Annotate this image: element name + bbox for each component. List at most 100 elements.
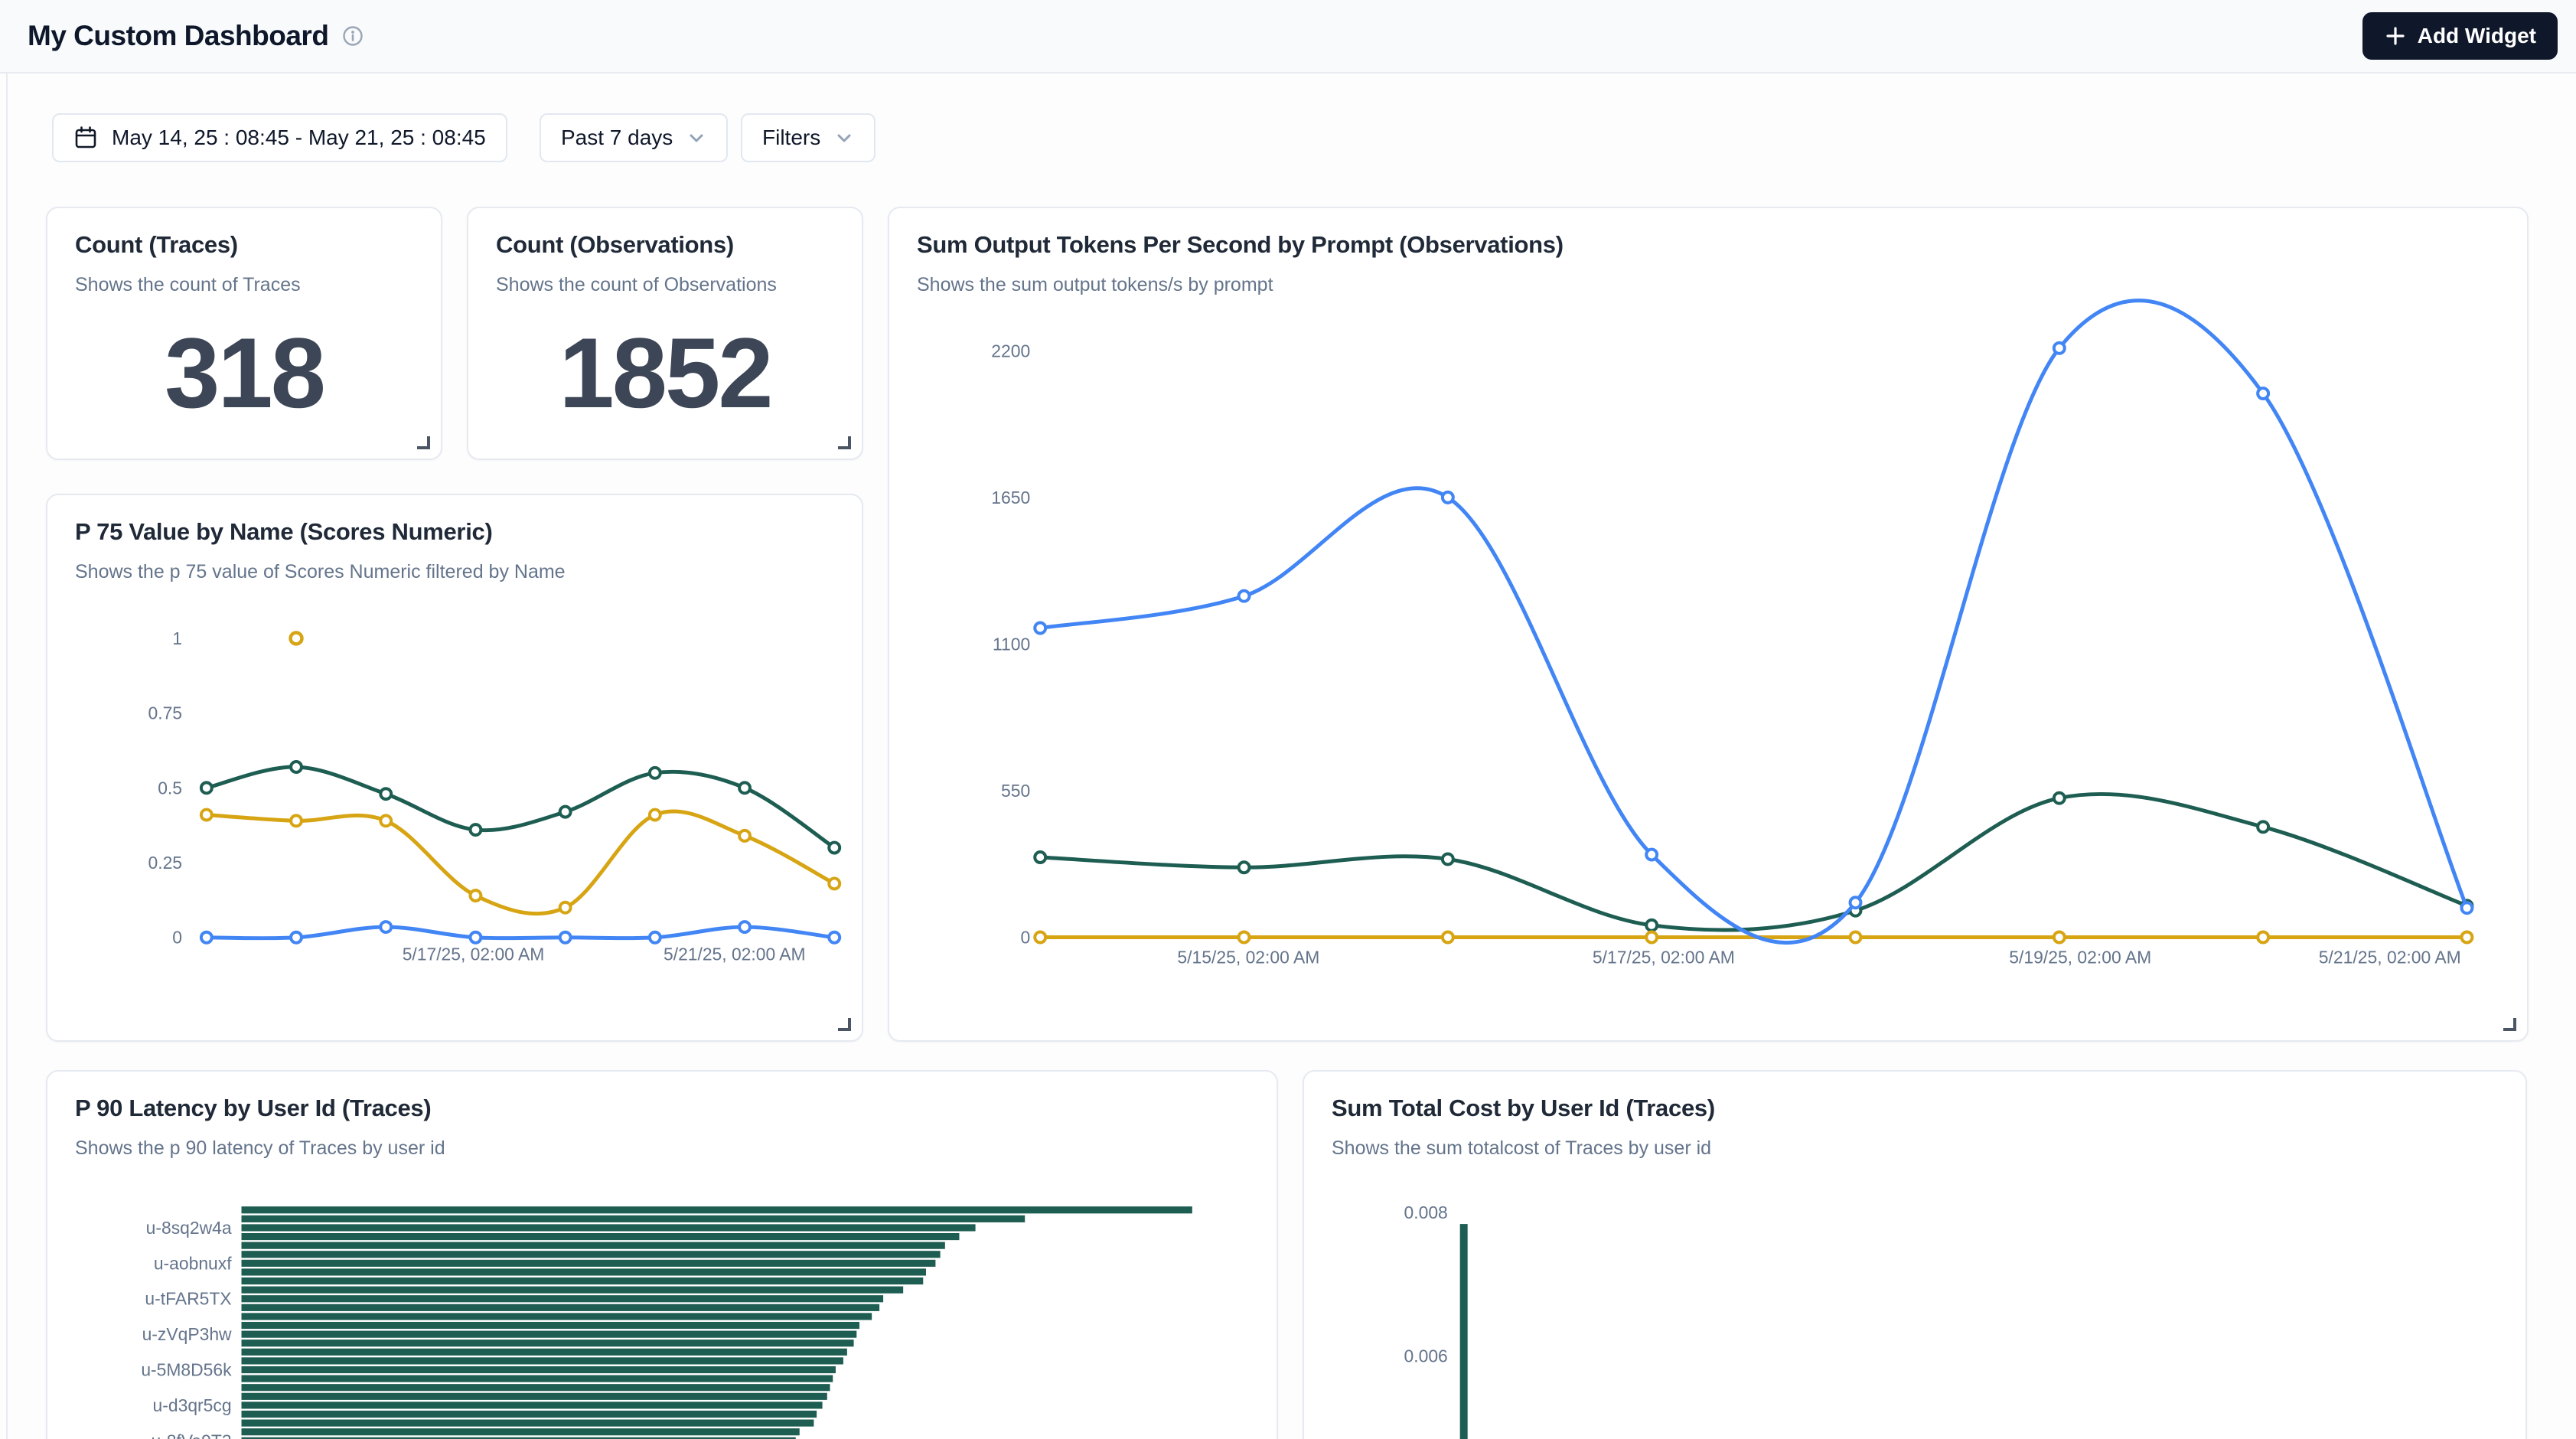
- data-point-blue: [470, 932, 481, 943]
- widget-title: Count (Observations): [496, 231, 834, 259]
- latency-bar: [242, 1242, 945, 1249]
- data-point-green: [380, 788, 391, 799]
- line-series-blue: [1040, 301, 2467, 943]
- calendar-icon: [73, 126, 98, 150]
- data-point-green: [1239, 862, 1250, 873]
- isolated-data-point-gold: [291, 632, 302, 644]
- y-tick-label: 0.006: [1404, 1346, 1448, 1366]
- date-range-picker[interactable]: May 14, 25 : 08:45 - May 21, 25 : 08:45: [52, 113, 507, 162]
- y-tick-label: 1100: [993, 634, 1030, 654]
- data-point-green: [2054, 793, 2065, 804]
- x-tick-label: 5/15/25, 02:00 AM: [1177, 947, 1319, 967]
- latency-bar: [242, 1322, 860, 1329]
- data-point-blue: [2258, 388, 2268, 399]
- data-point-green: [2258, 821, 2268, 832]
- data-point-blue: [1239, 591, 1250, 602]
- y-tick-label: 2200: [991, 341, 1030, 361]
- date-range-value: May 14, 25 : 08:45 - May 21, 25 : 08:45: [112, 126, 486, 150]
- user-id-label: u-5M8D56k: [141, 1359, 232, 1379]
- user-id-label: u-zVqP3hw: [142, 1324, 232, 1344]
- add-widget-button[interactable]: Add Widget: [2362, 12, 2558, 60]
- data-point-blue: [201, 932, 212, 943]
- data-point-blue: [1035, 623, 1045, 634]
- data-point-blue: [1646, 850, 1657, 860]
- data-point-gold: [2258, 932, 2268, 943]
- data-point-green: [560, 807, 571, 817]
- data-point-blue: [829, 932, 840, 943]
- data-point-blue: [739, 922, 750, 932]
- x-tick-label: 5/21/25, 02:00 AM: [664, 945, 806, 964]
- widget-subtitle: Shows the sum totalcost of Traces by use…: [1332, 1137, 2498, 1160]
- info-icon[interactable]: [342, 25, 364, 47]
- content-left-divider: [6, 73, 8, 1439]
- latency-bar: [242, 1339, 854, 1346]
- x-tick-label: 5/21/25, 02:00 AM: [2319, 947, 2461, 967]
- user-id-label: u-8sq2w4a: [146, 1218, 232, 1238]
- data-point-gold: [739, 830, 750, 841]
- data-point-green: [739, 782, 750, 793]
- data-point-gold: [1035, 932, 1045, 943]
- latency-bar: [242, 1331, 857, 1338]
- latency-bar: [242, 1313, 872, 1320]
- data-point-blue: [2054, 343, 2065, 354]
- data-point-gold: [1239, 932, 1250, 943]
- latency-bar: [242, 1304, 880, 1311]
- widget-card-count-observations: Count (Observations) Shows the count of …: [467, 207, 863, 460]
- cost-bar: [1460, 1224, 1468, 1439]
- data-point-gold: [1646, 932, 1657, 943]
- data-point-gold: [1850, 932, 1861, 943]
- widget-title: Sum Total Cost by User Id (Traces): [1332, 1095, 2498, 1122]
- filters-dropdown[interactable]: Filters: [741, 113, 876, 162]
- page-header: My Custom Dashboard Add Widget: [0, 0, 2576, 73]
- latency-bar: [242, 1295, 884, 1302]
- data-point-green: [201, 782, 212, 793]
- count-value: 1852: [468, 315, 862, 430]
- x-tick-label: 5/17/25, 02:00 AM: [1593, 947, 1735, 967]
- resize-handle-icon[interactable]: [417, 436, 430, 449]
- widget-subtitle: Shows the sum output tokens/s by prompt: [917, 274, 2499, 296]
- resize-handle-icon[interactable]: [838, 436, 851, 449]
- data-point-blue: [560, 932, 571, 943]
- count-value: 318: [47, 315, 441, 430]
- latency-bar: [242, 1428, 800, 1435]
- data-point-green: [1035, 852, 1045, 863]
- sum-total-cost-bar-chart: 0.008 0.006: [1304, 1072, 2525, 1439]
- p90-latency-bar-chart: u-8sq2w4au-aobnuxfu-tFAR5TXu-zVqP3hwu-5M…: [47, 1072, 1277, 1439]
- widget-card-sum-total-cost: 0.008 0.006 Sum Total Cost by User Id (Tr…: [1303, 1070, 2527, 1439]
- chevron-down-icon: [686, 128, 706, 148]
- latency-bar: [242, 1349, 847, 1356]
- x-tick-label: 5/17/25, 02:00 AM: [403, 945, 545, 964]
- widget-subtitle: Shows the count of Observations: [496, 274, 834, 296]
- widget-title: P 90 Latency by User Id (Traces): [75, 1095, 1249, 1122]
- latency-bar: [242, 1357, 843, 1364]
- latency-bar: [242, 1411, 817, 1418]
- y-tick-label: 0.008: [1404, 1202, 1448, 1222]
- latency-bar: [242, 1393, 827, 1400]
- line-series-green: [1040, 794, 2467, 930]
- user-id-label: u-d3qr5cg: [153, 1395, 232, 1415]
- tokens-by-prompt-line-chart: 05501100165022005/15/25, 02:00 AM5/17/25…: [889, 208, 2527, 1040]
- widget-card-tokens-by-prompt: 05501100165022005/15/25, 02:00 AM5/17/25…: [888, 207, 2529, 1042]
- latency-bar: [242, 1401, 823, 1408]
- data-point-blue: [380, 922, 391, 932]
- dashboard-page: My Custom Dashboard Add Widget: [0, 0, 2576, 1439]
- latency-bar: [242, 1260, 936, 1267]
- data-point-blue: [2461, 902, 2472, 913]
- data-point-green: [1646, 920, 1657, 931]
- resize-handle-icon[interactable]: [838, 1018, 851, 1031]
- quick-range-label: Past 7 days: [561, 126, 673, 150]
- quick-range-dropdown[interactable]: Past 7 days: [540, 113, 728, 162]
- widget-title: P 75 Value by Name (Scores Numeric): [75, 518, 834, 546]
- latency-bar: [242, 1251, 941, 1258]
- widget-card-count-traces: Count (Traces) Shows the count of Traces…: [46, 207, 442, 460]
- y-tick-label: 1: [172, 628, 182, 648]
- data-point-green: [291, 762, 302, 772]
- data-point-gold: [470, 890, 481, 901]
- resize-handle-icon[interactable]: [2503, 1018, 2516, 1031]
- widget-card-p75-by-name: 00.250.50.7515/17/25, 02:00 AM5/21/25, 0…: [46, 494, 863, 1042]
- data-point-gold: [560, 902, 571, 913]
- data-point-gold: [1443, 932, 1453, 943]
- data-point-gold: [201, 810, 212, 821]
- latency-bar: [242, 1268, 926, 1275]
- widget-card-p90-latency: u-8sq2w4au-aobnuxfu-tFAR5TXu-zVqP3hwu-5M…: [46, 1070, 1278, 1439]
